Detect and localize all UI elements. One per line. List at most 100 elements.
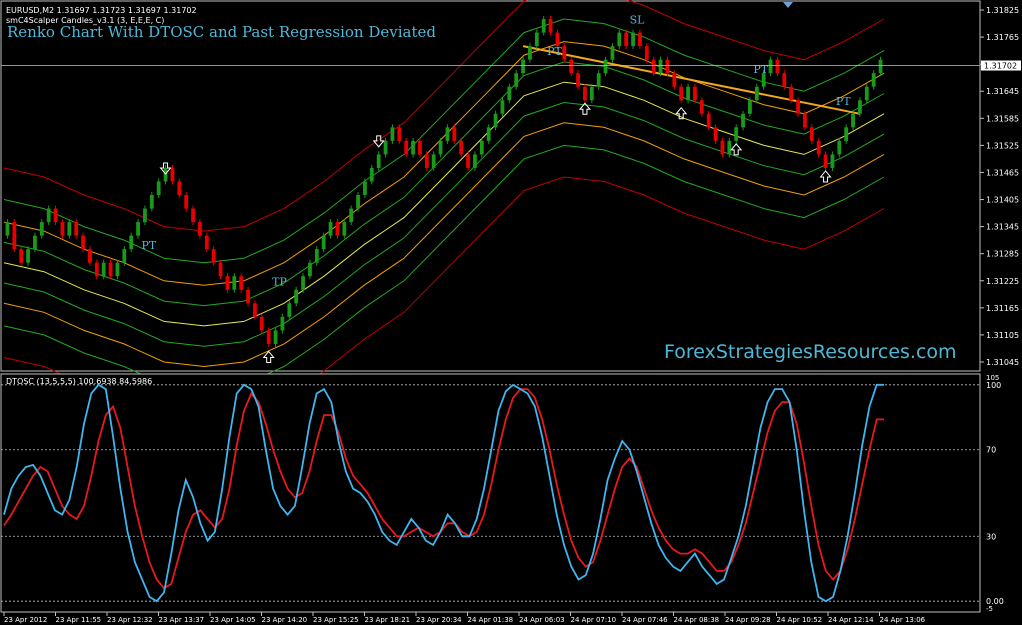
bear-brick	[693, 86, 697, 101]
bull-brick	[115, 262, 120, 277]
bear-brick	[638, 32, 642, 47]
bull-brick	[479, 140, 484, 155]
bull-brick	[301, 276, 305, 290]
bear-brick	[259, 316, 264, 331]
bear-brick	[81, 235, 85, 250]
time-tick-label: 23 Apr 15:25	[313, 616, 359, 624]
bull-brick	[411, 140, 415, 155]
bear-brick	[699, 100, 704, 114]
signal-label: PT	[547, 45, 562, 58]
bull-brick	[129, 235, 134, 250]
signal-label: PT	[142, 239, 157, 252]
price-tick-label: 1.31585	[986, 114, 1019, 123]
signal-label: PT	[836, 95, 851, 108]
price-tick-label: 1.31045	[986, 358, 1019, 367]
bull-brick	[871, 73, 876, 87]
bear-brick	[335, 222, 340, 236]
bull-brick	[830, 154, 835, 168]
bull-brick	[136, 222, 140, 236]
bear-brick	[644, 46, 649, 60]
time-tick-label: 23 Apr 20:34	[416, 616, 462, 624]
price-tick-label: 1.31465	[986, 168, 1019, 177]
bull-brick	[156, 181, 161, 196]
price-tick-label: 1.31165	[986, 304, 1019, 313]
bull-brick	[363, 181, 367, 196]
bull-brick	[149, 195, 154, 209]
bull-brick	[376, 154, 381, 168]
bear-brick	[796, 100, 800, 114]
bear-brick	[466, 154, 470, 168]
bear-brick	[404, 140, 409, 155]
bear-brick	[60, 222, 65, 236]
bear-brick	[53, 208, 58, 223]
bull-brick	[486, 127, 491, 141]
bear-brick	[12, 222, 17, 250]
time-tick-label: 23 Apr 11:55	[56, 616, 102, 624]
bear-brick	[88, 249, 92, 263]
price-tick-label: 1.31285	[986, 250, 1019, 259]
bull-brick	[287, 303, 292, 317]
time-tick-label: 24 Apr 07:10	[571, 616, 617, 624]
bull-brick	[321, 235, 326, 250]
bull-brick	[39, 222, 44, 236]
bull-brick	[631, 32, 635, 47]
bear-brick	[177, 181, 182, 196]
bear-brick	[809, 127, 814, 141]
bull-brick	[67, 222, 72, 236]
dtosc-axis: 10070300.00105-5	[986, 374, 1004, 613]
bull-brick	[438, 140, 443, 155]
dtosc-level-label: 70	[986, 446, 996, 455]
bull-brick	[101, 262, 106, 277]
bull-brick	[390, 127, 395, 141]
bull-brick	[878, 59, 883, 74]
price-tick-label: 1.31525	[986, 141, 1019, 150]
bear-brick	[74, 222, 79, 236]
bull-brick	[314, 249, 319, 263]
bull-brick	[617, 32, 622, 47]
bull-brick	[473, 154, 477, 168]
bull-brick	[280, 316, 285, 331]
bull-brick	[273, 330, 278, 344]
bear-brick	[555, 32, 560, 47]
time-tick-label: 24 Apr 10:52	[777, 616, 823, 624]
time-tick-label: 24 Apr 06:03	[519, 616, 565, 624]
bull-brick	[741, 113, 745, 128]
bear-brick	[225, 276, 230, 290]
bull-brick	[851, 113, 855, 128]
bear-brick	[253, 303, 257, 317]
dtosc-level-label: 30	[986, 532, 996, 541]
time-tick-label: 24 Apr 08:38	[674, 616, 720, 624]
bear-brick	[672, 73, 677, 87]
bull-brick	[308, 262, 312, 277]
bull-brick	[603, 59, 608, 74]
price-axis: 1.318251.317651.317051.316451.315851.315…	[980, 6, 1021, 367]
main-panel-frame	[0, 0, 981, 372]
bear-brick	[562, 46, 567, 60]
bear-brick	[624, 32, 629, 47]
price-tick-label: 1.31765	[986, 33, 1019, 42]
time-tick-label: 24 Apr 09:28	[725, 616, 771, 624]
bull-brick	[5, 222, 10, 236]
time-tick-label: 24 Apr 07:46	[622, 616, 668, 624]
time-tick-label: 24 Apr 13:06	[880, 616, 926, 624]
price-tick-label: 1.31345	[986, 223, 1019, 232]
bull-brick	[349, 208, 354, 223]
bull-brick	[500, 100, 505, 114]
time-tick-label: 24 Apr 12:14	[828, 616, 874, 624]
bear-brick	[720, 140, 725, 155]
bear-brick	[418, 140, 422, 155]
bull-brick	[837, 140, 842, 155]
bull-brick	[521, 59, 525, 74]
bear-brick	[789, 86, 794, 101]
dtosc-top-label: 105	[986, 374, 999, 382]
chart-canvas: PTTPPTSLPTPT EURUSD,M2 1.31697 1.31723 1…	[0, 0, 1021, 624]
bull-brick	[844, 127, 849, 141]
bull-brick	[748, 100, 752, 114]
symbol-header: EURUSD,M2 1.31697 1.31723 1.31697 1.3170…	[6, 6, 197, 15]
bull-brick	[858, 100, 862, 114]
bull-brick	[33, 235, 37, 250]
bear-brick	[246, 289, 250, 304]
bear-brick	[397, 127, 402, 141]
bear-brick	[239, 276, 244, 290]
bull-brick	[26, 249, 30, 263]
